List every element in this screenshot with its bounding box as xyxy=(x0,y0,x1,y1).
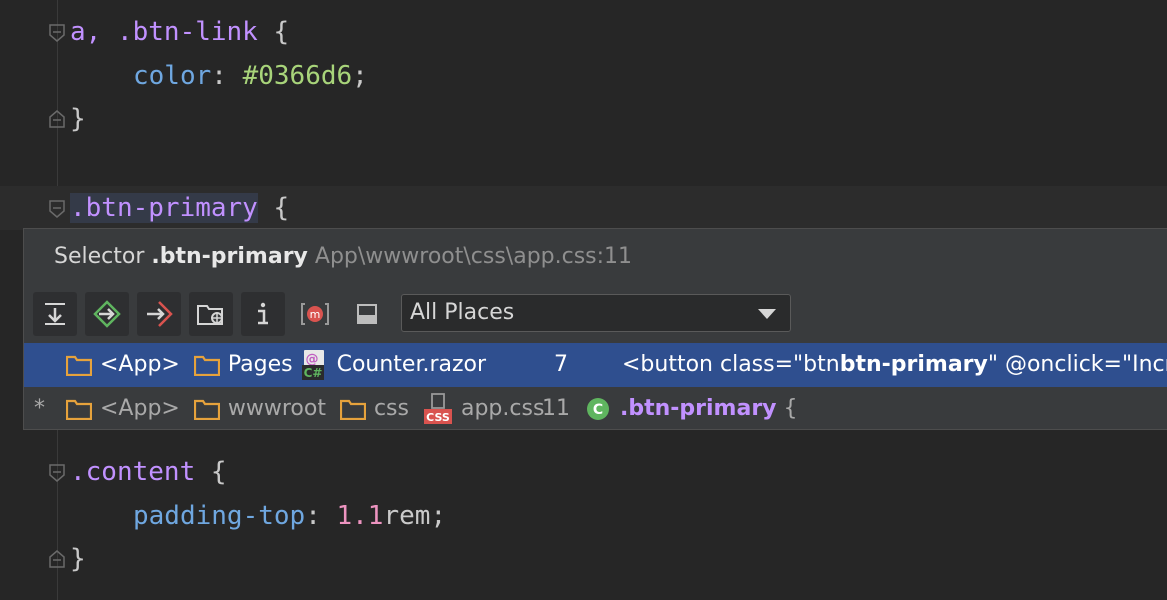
css-property: color xyxy=(133,61,212,91)
semicolon: ; xyxy=(430,501,447,531)
module-filter-button[interactable]: m xyxy=(293,292,337,336)
close-brace: } xyxy=(70,544,86,574)
folder-icon xyxy=(66,399,92,420)
preview-match: .btn-primary xyxy=(620,396,777,421)
scope-selected-value: All Places xyxy=(410,300,515,325)
fold-marker-icon[interactable] xyxy=(48,200,66,218)
code-line[interactable]: color: #0366d6; xyxy=(133,54,368,98)
result-preview: <button class="btn btn-primary " @onclick… xyxy=(622,343,1167,387)
svg-text:C#: C# xyxy=(303,366,322,380)
pin-to-find-button[interactable] xyxy=(33,292,77,336)
result-line-number: 11 xyxy=(542,396,570,421)
fold-marker-icon[interactable] xyxy=(48,24,66,42)
chevron-down-icon xyxy=(758,309,776,319)
open-brace: { xyxy=(257,17,290,47)
result-row[interactable]: * <App> wwwroot css CSS app.css 11 C .bt… xyxy=(24,387,1167,431)
result-file-name: Counter.razor xyxy=(336,352,487,377)
folder-icon xyxy=(193,355,220,376)
result-marker: * xyxy=(34,396,45,421)
find-usages-popup[interactable]: Selector .btn-primary App\wwwroot\css\ap… xyxy=(23,228,1167,430)
path-segment: Pages xyxy=(227,352,293,377)
navigate-out-button[interactable] xyxy=(137,292,181,336)
preview-text: <button class="btn xyxy=(622,352,840,377)
panel-icon xyxy=(357,304,377,324)
preview-text: " @onclick="Increr xyxy=(987,352,1167,377)
code-line[interactable]: } xyxy=(70,97,86,141)
path-segment: wwwroot xyxy=(227,396,326,421)
folder-search-button[interactable] xyxy=(189,292,233,336)
css-number: 1.1 xyxy=(336,501,384,531)
fold-marker-icon[interactable] xyxy=(48,464,66,482)
colon: : xyxy=(211,61,243,91)
css-selector: a, .btn-link xyxy=(70,17,258,47)
open-brace: { xyxy=(257,193,290,223)
navigate-out-icon xyxy=(147,301,173,327)
folder-icon xyxy=(66,355,92,376)
code-line[interactable]: } xyxy=(70,537,86,581)
fold-marker-icon[interactable] xyxy=(48,550,66,568)
scope-dropdown[interactable]: All Places xyxy=(401,294,791,332)
svg-text:C: C xyxy=(593,402,603,418)
colon: : xyxy=(305,501,337,531)
symbol-kind: Selector xyxy=(54,244,145,269)
preview-text: { xyxy=(776,396,798,421)
path-segment: css xyxy=(373,396,409,421)
razor-file-icon: @ C# xyxy=(301,350,324,380)
open-brace: { xyxy=(195,457,227,487)
svg-text:CSS: CSS xyxy=(426,411,450,424)
css-file-icon: CSS xyxy=(423,393,452,424)
info-button[interactable] xyxy=(241,292,285,336)
popup-title: Selector .btn-primary App\wwwroot\css\ap… xyxy=(54,241,632,273)
code-line[interactable]: a, .btn-link { xyxy=(70,10,289,54)
navigate-to-icon xyxy=(93,300,121,328)
symbol-path: App\wwwroot\css\app.css:11 xyxy=(314,244,633,269)
result-file-name: app.css xyxy=(460,396,545,421)
close-brace: } xyxy=(70,104,86,134)
preview-match: btn-primary xyxy=(839,352,988,377)
svg-text:m: m xyxy=(310,308,321,321)
result-line-number: 7 xyxy=(554,352,568,377)
folder-search-icon xyxy=(197,305,223,325)
preview-panel-button[interactable] xyxy=(345,292,389,336)
result-path: <App> wwwroot css CSS app.css xyxy=(66,387,544,431)
result-preview: C .btn-primary { xyxy=(586,387,798,431)
path-segment: <App> xyxy=(100,352,180,377)
folder-icon xyxy=(339,399,366,420)
css-selector: .content xyxy=(70,457,196,487)
css-unit: rem xyxy=(383,501,431,531)
code-line[interactable]: .content { xyxy=(70,450,227,494)
navigate-to-button[interactable] xyxy=(85,292,129,336)
info-icon xyxy=(258,302,268,325)
semicolon: ; xyxy=(352,61,368,91)
module-icon: m xyxy=(301,303,329,325)
result-path: <App> Pages @ C# Counter.razor xyxy=(66,343,486,387)
css-property: padding-top xyxy=(133,501,306,531)
svg-text:@: @ xyxy=(305,352,318,367)
folder-icon xyxy=(193,399,220,420)
css-class-icon: C xyxy=(587,398,609,420)
code-line[interactable]: padding-top: 1.1rem; xyxy=(133,494,446,538)
code-line[interactable]: .btn-primary { xyxy=(70,186,289,230)
css-value: #0366d6 xyxy=(242,61,353,91)
fold-marker-icon[interactable] xyxy=(48,110,66,128)
pin-to-find-icon xyxy=(45,303,65,325)
css-selector-highlighted: .btn-primary xyxy=(70,193,258,223)
path-segment: <App> xyxy=(100,396,180,421)
result-row[interactable]: <App> Pages @ C# Counter.razor 7 <button… xyxy=(24,343,1167,387)
symbol-name: .btn-primary xyxy=(151,244,308,269)
